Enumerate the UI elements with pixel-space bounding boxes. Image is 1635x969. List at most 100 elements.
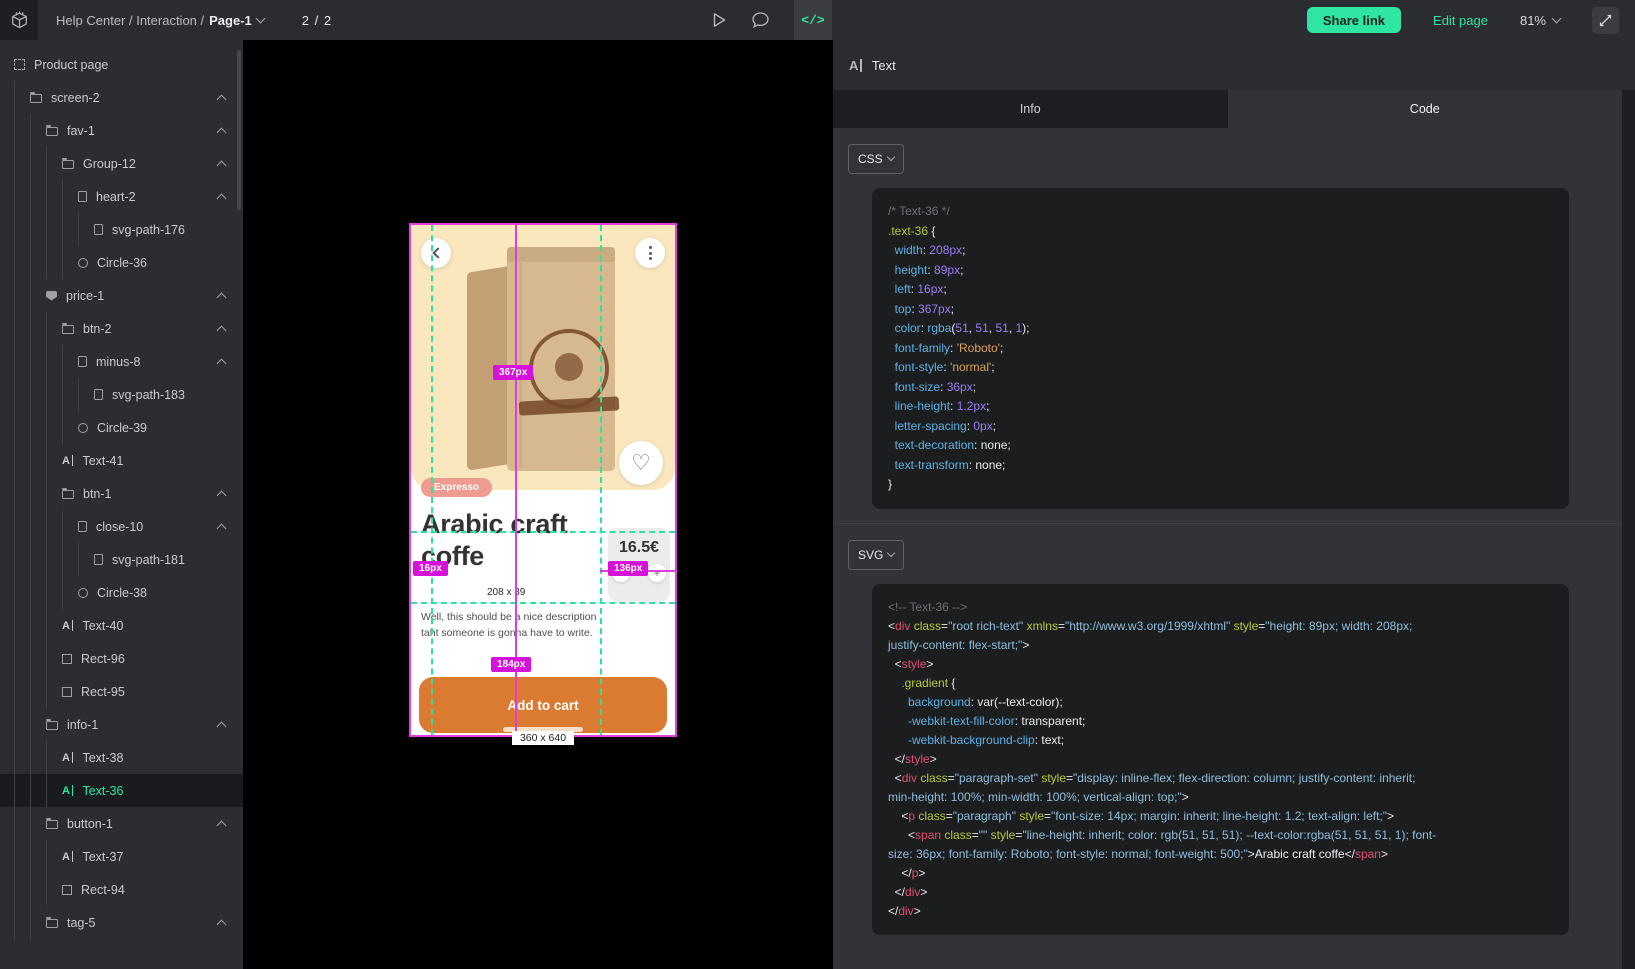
edit-page-link[interactable]: Edit page — [1433, 13, 1488, 28]
collapse-chevron-icon[interactable] — [217, 523, 227, 533]
layer-row-Text-37[interactable]: AText-37 — [0, 840, 243, 873]
indent-guide — [46, 444, 62, 477]
indent-guide — [30, 312, 46, 345]
measure-badge-bottom: 184px — [491, 657, 531, 672]
folder-icon — [46, 820, 58, 829]
back-button[interactable] — [421, 238, 451, 268]
product-title[interactable]: Arabic craft coffe — [421, 509, 601, 572]
play-button[interactable] — [712, 12, 727, 28]
canvas[interactable]: ♡ Expresso Arabic craft coffe 208 x 89 1… — [243, 40, 833, 969]
indent-guide — [62, 180, 78, 213]
layer-row-Circle-38[interactable]: Circle-38 — [0, 576, 243, 609]
indent-guide — [14, 345, 30, 378]
indent-guide — [46, 642, 62, 675]
layer-row-Rect-96[interactable]: Rect-96 — [0, 642, 243, 675]
tab-code[interactable]: Code — [1228, 90, 1623, 128]
code-mode-button[interactable]: </> — [794, 0, 832, 40]
layer-row-btn-1[interactable]: btn-1 — [0, 477, 243, 510]
more-menu-button[interactable] — [635, 238, 665, 268]
collapse-chevron-icon[interactable] — [217, 127, 227, 137]
indent-guide — [14, 807, 30, 840]
category-tag[interactable]: Expresso — [421, 478, 492, 497]
indent-guide — [46, 246, 62, 279]
layer-row-heart-2[interactable]: heart-2 — [0, 180, 243, 213]
increase-quantity-button[interactable]: + — [648, 564, 666, 582]
layer-row-minus-8[interactable]: minus-8 — [0, 345, 243, 378]
layer-row-Product page[interactable]: Product page — [0, 48, 243, 81]
layer-row-svg-path-183[interactable]: svg-path-183 — [0, 378, 243, 411]
collapse-chevron-icon[interactable] — [217, 490, 227, 500]
comment-button[interactable] — [751, 11, 770, 29]
css-language-select[interactable]: CSS — [848, 144, 904, 174]
indent-guide — [14, 279, 30, 312]
folder-icon — [46, 721, 58, 730]
layer-row-price-1[interactable]: price-1 — [0, 279, 243, 312]
layer-label: button-1 — [67, 817, 113, 831]
layer-label: price-1 — [66, 289, 104, 303]
screen-2-artboard[interactable]: ♡ Expresso Arabic craft coffe 208 x 89 1… — [409, 223, 677, 737]
collapse-chevron-icon[interactable] — [217, 292, 227, 302]
heart-icon: ♡ — [631, 451, 651, 476]
layer-row-close-10[interactable]: close-10 — [0, 510, 243, 543]
app-logo[interactable] — [0, 0, 38, 40]
layer-row-svg-path-176[interactable]: svg-path-176 — [0, 213, 243, 246]
svg-file-icon — [78, 356, 87, 367]
collapse-chevron-icon[interactable] — [217, 325, 227, 335]
collapse-chevron-icon[interactable] — [217, 919, 227, 929]
indent-guide — [14, 708, 30, 741]
folder-icon — [46, 127, 58, 136]
indent-guide — [30, 840, 46, 873]
add-to-cart-button[interactable]: Add to cart — [419, 677, 667, 733]
layer-row-svg-path-181[interactable]: svg-path-181 — [0, 543, 243, 576]
collapse-chevron-icon[interactable] — [217, 160, 227, 170]
product-description[interactable]: Well, this should be a nice description … — [421, 609, 609, 642]
collapse-chevron-icon[interactable] — [217, 820, 227, 830]
layer-row-Rect-94[interactable]: Rect-94 — [0, 873, 243, 906]
layer-row-screen-2[interactable]: screen-2 — [0, 81, 243, 114]
collapse-chevron-icon[interactable] — [217, 358, 227, 368]
indent-guide — [14, 774, 30, 807]
inspector-scrollbar[interactable] — [1622, 90, 1635, 969]
breadcrumb[interactable]: Help Center / Interaction / Page-1 — [56, 13, 264, 28]
layer-row-btn-2[interactable]: btn-2 — [0, 312, 243, 345]
layer-row-Text-36[interactable]: AText-36 — [0, 774, 243, 807]
indent-guide — [14, 510, 30, 543]
layer-row-button-1[interactable]: button-1 — [0, 807, 243, 840]
favorite-button[interactable]: ♡ — [619, 441, 663, 485]
layer-row-fav-1[interactable]: fav-1 — [0, 114, 243, 147]
layer-row-Group-12[interactable]: Group-12 — [0, 147, 243, 180]
zoom-control[interactable]: 81% — [1520, 13, 1560, 28]
tab-info[interactable]: Info — [833, 90, 1228, 128]
rect-shape-icon — [62, 654, 72, 664]
sidebar-scrollbar[interactable] — [237, 50, 241, 210]
layer-row-info-1[interactable]: info-1 — [0, 708, 243, 741]
logo-box-icon — [9, 10, 30, 31]
layers-tree: Product pagescreen-2fav-1Group-12heart-2… — [0, 40, 243, 939]
collapse-chevron-icon[interactable] — [217, 721, 227, 731]
section-divider — [833, 523, 1622, 524]
indent-guide — [14, 81, 30, 114]
indent-guide — [46, 774, 62, 807]
layer-row-Text-41[interactable]: AText-41 — [0, 444, 243, 477]
svg-language-select[interactable]: SVG — [848, 540, 904, 570]
inspector-panel: A Text Info Code CSS /* Text-36 */.text-… — [833, 40, 1635, 969]
indent-guide — [46, 510, 62, 543]
layer-label: Circle-39 — [97, 421, 147, 435]
layer-row-Circle-36[interactable]: Circle-36 — [0, 246, 243, 279]
collapse-chevron-icon[interactable] — [217, 193, 227, 203]
fullscreen-button[interactable] — [1592, 7, 1619, 34]
share-link-button[interactable]: Share link — [1307, 7, 1401, 33]
topbar-actions: Share link Edit page 81% — [1307, 7, 1635, 34]
folder-icon — [62, 160, 74, 169]
indent-guide — [30, 114, 46, 147]
collapse-chevron-icon[interactable] — [217, 94, 227, 104]
indent-guide — [78, 543, 94, 576]
indent-guide — [46, 312, 62, 345]
layer-row-Text-38[interactable]: AText-38 — [0, 741, 243, 774]
layer-row-Text-40[interactable]: AText-40 — [0, 609, 243, 642]
layer-row-tag-5[interactable]: tag-5 — [0, 906, 243, 939]
layer-row-Circle-39[interactable]: Circle-39 — [0, 411, 243, 444]
layer-row-Rect-95[interactable]: Rect-95 — [0, 675, 243, 708]
indent-guide — [30, 906, 46, 939]
indent-guide — [46, 576, 62, 609]
